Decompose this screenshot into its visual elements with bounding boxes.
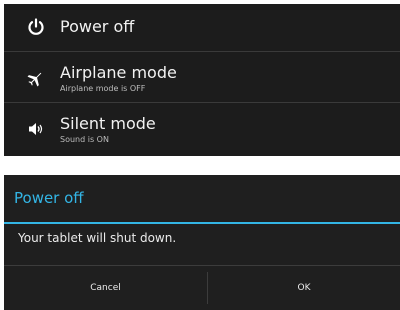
- title-divider: [4, 222, 400, 224]
- menu-item-label: Silent mode: [60, 113, 156, 133]
- sound-icon: [22, 117, 50, 141]
- menu-item-label: Power off: [60, 17, 135, 36]
- menu-item-status: Airplane mode is OFF: [60, 83, 146, 93]
- dialog-message: Your tablet will shut down.: [18, 231, 177, 245]
- divider: [4, 102, 400, 103]
- menu-item-power-off[interactable]: Power off: [4, 4, 400, 50]
- menu-item-silent-mode[interactable]: Silent mode Sound is ON: [4, 104, 400, 154]
- menu-item-label: Airplane mode: [60, 62, 177, 82]
- ok-button[interactable]: OK: [208, 266, 400, 310]
- menu-item-airplane-mode[interactable]: Airplane mode Airplane mode is OFF: [4, 53, 400, 103]
- divider: [4, 51, 400, 52]
- power-off-dialog: Power off Your tablet will shut down. Ca…: [4, 175, 400, 310]
- power-icon: [22, 15, 50, 39]
- power-options-menu: Power off Airplane mode Airplane mode is…: [4, 4, 400, 156]
- dialog-title: Power off: [14, 189, 84, 207]
- cancel-button[interactable]: Cancel: [4, 266, 207, 310]
- airplane-icon: [22, 66, 50, 90]
- menu-item-status: Sound is ON: [60, 134, 109, 144]
